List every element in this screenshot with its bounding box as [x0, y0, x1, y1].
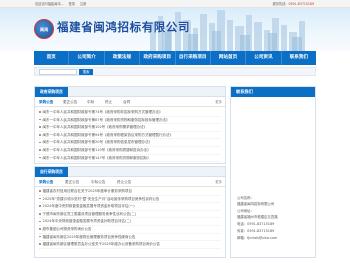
- list-item[interactable]: 福建省闽东新区2025年度物业管理服务项目竞争性磋商公告: [39, 234, 221, 242]
- announcement-list: 闽东一中年人民共和国财政部令第74号《政府采购非招标采购方式管理办法》 闽东一中…: [39, 109, 221, 163]
- tab-correction[interactable]: 更正公告: [63, 98, 77, 107]
- tab-correction[interactable]: 更正公告: [65, 178, 79, 187]
- main-nav: 首页 公司简介 政策法规 政府采购项目 自行采购项目 网站首页 公司资讯 联系我…: [34, 51, 316, 65]
- panel-title: 自行采购项目: [35, 167, 68, 177]
- list-item[interactable]: 2025年"党建引领示范村"暨"安全生产月"活动宣传采购项目竞争性谈判公告: [39, 196, 221, 204]
- phone: 电话：0591-83715189: [237, 222, 275, 226]
- panel-tabs: 采购公告 更正公告 中标公告 终止公告 更多: [35, 178, 225, 187]
- hotline-label: 服务热线：: [272, 2, 289, 6]
- address-label: 公司地址：: [237, 209, 254, 213]
- list-item[interactable]: 宁德市闽东新区党工委建设项目管理服务竞争性谈判公告(二): [39, 211, 221, 219]
- tab-award[interactable]: 中标: [87, 98, 94, 107]
- panel-header: 政府采购项目: [35, 87, 225, 97]
- list-item[interactable]: 2024年度中央财政普惠金融发展专项资金补助项目评估(一): [39, 203, 221, 211]
- fax: 传真：0591-83715189: [237, 229, 275, 233]
- company-name: 福建省闽鸿招标有限公司: [237, 202, 275, 206]
- welcome-text: 欢迎访问福建闽鸿...: [35, 2, 64, 6]
- email[interactable]: 邮箱：fjmhzb@sina.com: [237, 235, 277, 240]
- list-item[interactable]: 闽东一中年人民共和国财政部令第20号《政府采购信息发布管理办法》: [39, 139, 221, 147]
- tab-announcement[interactable]: 采购公告: [39, 98, 53, 107]
- top-bar: 欢迎访问福建闽鸿... 登录 注册 服务热线：0591-83715189: [0, 0, 350, 8]
- list-item[interactable]: 闽东一中年人民共和国财政部令第94号《政府采购框架协议采购方式管理暂行办法》: [39, 132, 221, 140]
- nav-item-news[interactable]: 公司资讯: [245, 51, 280, 65]
- gov-procurement-panel: 政府采购项目 采购公告 更正公告 中标 终止 合同 更多 闽东一中年人民共和国财…: [34, 86, 226, 164]
- nav-item-site-home[interactable]: 网站首页: [209, 51, 245, 65]
- nav-item-home[interactable]: 首页: [34, 51, 68, 65]
- nav-item-self-procurement[interactable]: 自行采购项目: [174, 51, 210, 65]
- announcement-list: 福建省农村信用社联合社关于2025年度审计服务采购项目 2025年"党建引领示范…: [39, 188, 221, 249]
- list-item[interactable]: 超市集团公司物资采购询价公告: [39, 226, 221, 234]
- tab-terminate[interactable]: 终止: [105, 98, 112, 107]
- search-bar: 搜索: [34, 67, 316, 76]
- hotline-number: 0591-83715189: [288, 2, 315, 6]
- list-item[interactable]: 福建省闽东新区管理委员会办公室关于2025年度办公设备采购项目询价公告: [39, 241, 221, 249]
- list-item[interactable]: 2024年中央财政普惠金融发展专项资金补助项目评估(二): [39, 218, 221, 226]
- login-link[interactable]: 登录: [69, 2, 75, 6]
- logo-text: 闽鸿: [40, 27, 48, 32]
- search-button[interactable]: 搜索: [79, 69, 93, 75]
- nav-item-gov-procurement[interactable]: 政府采购项目: [139, 51, 174, 65]
- top-bar-left: 欢迎访问福建闽鸿... 登录 注册: [35, 1, 90, 6]
- list-item[interactable]: 闽东一中年人民共和国财政部令第102号《政府采购需求管理办法》: [39, 124, 221, 132]
- panel-title: 政府采购项目: [35, 87, 68, 97]
- list-item[interactable]: 闽东一中年人民共和国财政部令第74号《政府采购非招标采购方式管理办法》: [39, 109, 221, 117]
- tab-contract[interactable]: 合同: [123, 98, 130, 107]
- panel-tabs: 采购公告 更正公告 中标 终止 合同 更多: [35, 98, 225, 107]
- site-title: 福建省闽鸿招标有限公司: [57, 20, 191, 34]
- search-input[interactable]: [39, 69, 77, 75]
- tab-award[interactable]: 中标公告: [91, 178, 105, 187]
- more-link[interactable]: 更多: [215, 98, 222, 107]
- self-procurement-panel: 自行采购项目 采购公告 更正公告 中标公告 终止公告 更多 福建省农村信用社联合…: [34, 166, 226, 258]
- address: 福建省福州市鼓楼区五四路: [237, 215, 278, 219]
- tab-announcement[interactable]: 采购公告: [39, 178, 53, 187]
- list-item[interactable]: 福建省农村信用社联合社关于2025年度审计服务采购项目: [39, 188, 221, 196]
- list-item[interactable]: 闽东一中年人民共和国财政部令第110号《政府采购质疑和投诉办法》: [39, 147, 221, 155]
- list-item[interactable]: 闽东一中年人民共和国财政部令第87号《政府采购货物和服务招标投标管理办法》: [39, 117, 221, 125]
- company-logo-icon[interactable]: 闽鸿: [34, 19, 54, 39]
- hotline: 服务热线：0591-83715189: [273, 1, 314, 6]
- list-item[interactable]: 闽东一中年人民共和国财政部令第147号《政府采购货物和服务招标》: [39, 155, 221, 163]
- more-link[interactable]: 更多: [215, 178, 222, 187]
- nav-item-about[interactable]: 公司简介: [68, 51, 103, 65]
- nav-item-policy[interactable]: 政策法规: [103, 51, 139, 65]
- nav-item-contact[interactable]: 联系我们: [280, 51, 316, 65]
- header-banner: 闽鸿 福建省闽鸿招标有限公司: [0, 8, 350, 51]
- company-label: 公司名称：: [237, 196, 254, 200]
- tab-terminate[interactable]: 终止公告: [117, 178, 131, 187]
- register-link[interactable]: 注册: [80, 2, 86, 6]
- contact-panel: 联系我们 公司名称： 福建省闽鸿招标有限公司 公司地址： 福建省福州市鼓楼区五四…: [230, 86, 316, 258]
- panel-header: 自行采购项目: [35, 167, 225, 177]
- contact-panel-title: 联系我们: [231, 87, 315, 97]
